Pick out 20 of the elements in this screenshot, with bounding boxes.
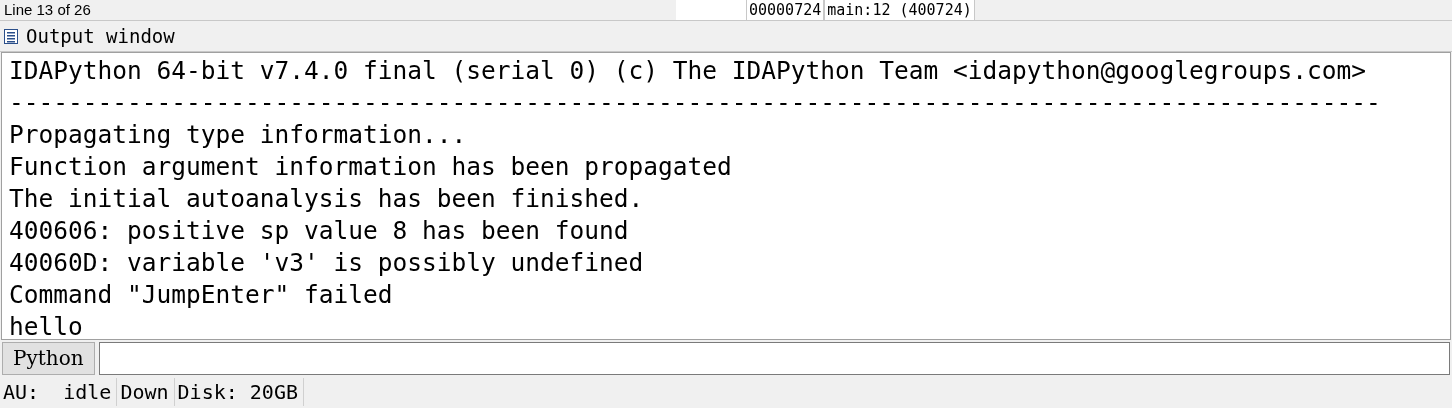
location-cell: main:12 (400724) [824, 0, 975, 20]
status-item: AU: idle [0, 378, 118, 406]
output-line: hello [9, 312, 83, 339]
output-line: Propagating type information... [9, 120, 467, 149]
output-line: Function argument information has been propagated [9, 152, 732, 181]
command-field[interactable] [98, 341, 1450, 375]
window-title: Output window [26, 25, 175, 47]
output-line: --------------------------------------------------------------------------------------------- [9, 88, 1381, 117]
output-line: 400606: positive sp value 8 has been found [9, 216, 629, 245]
blank-panel [676, 0, 746, 20]
output-line: 40060D: variable 'v3' is possibly undefined [9, 248, 644, 277]
language-button[interactable]: Python [2, 341, 95, 375]
output-line: IDAPython 64-bit v7.4.0 final (serial 0) (c) The IDAPython Team <idapython@googlegroups.com> [9, 56, 1367, 85]
status-item: Disk: 20GB [174, 378, 304, 406]
line-counter: Line 13 of 26 [3, 0, 92, 20]
address-cell: 00000724 [746, 0, 825, 20]
output-line: Command "JumpEnter" failed [9, 280, 393, 309]
status-item: Down [117, 378, 175, 406]
window-icon [4, 28, 18, 44]
output-line: The initial autoanalysis has been finished. [9, 184, 644, 213]
